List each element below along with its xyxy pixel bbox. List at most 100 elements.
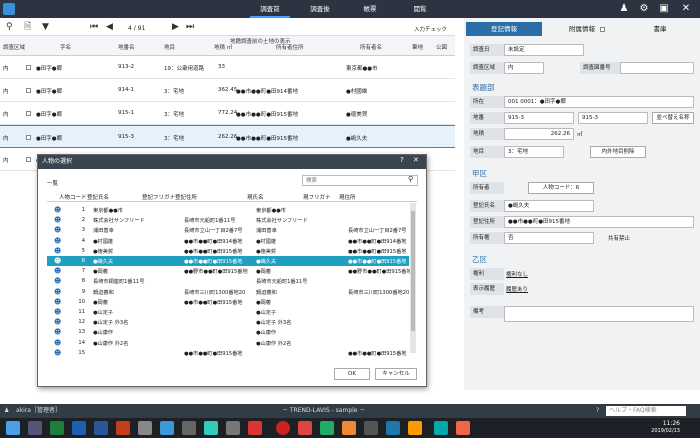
list-item[interactable]: ☻ 3 浦田善幸 長崎市立山一丁目2番7号 浦田善幸 長崎市立山一丁目2番7号 bbox=[47, 225, 409, 235]
app-icon-14[interactable] bbox=[434, 421, 448, 435]
app-icon-11[interactable] bbox=[364, 421, 378, 435]
first-page-icon[interactable]: ⏮ bbox=[90, 21, 98, 33]
taskview-icon[interactable] bbox=[28, 421, 42, 435]
dialog-search-input[interactable] bbox=[302, 175, 418, 186]
app-icon-8[interactable] bbox=[298, 421, 312, 435]
dcol-kana[interactable]: 登記フリガナ bbox=[142, 193, 175, 201]
document-search-icon[interactable]: 🗎 bbox=[24, 21, 31, 33]
chosa-field[interactable]: 未設定 bbox=[504, 44, 584, 56]
col-owner[interactable]: 所有者名 bbox=[360, 43, 382, 51]
list-item[interactable]: ☻ 13 ●山康作 ●山康作 bbox=[47, 327, 409, 337]
tokisha-field[interactable]: ●嶋久夫 bbox=[504, 200, 594, 212]
tokiaddr-field[interactable]: ●●市●●町●田915番地 bbox=[504, 216, 694, 228]
mochibun-select[interactable]: 否 bbox=[504, 232, 594, 244]
dcol-caddr[interactable]: 現住所 bbox=[339, 193, 356, 201]
app-icon-10[interactable] bbox=[342, 421, 356, 435]
list-item[interactable]: ☻ 7 ●岡義 ●●野市●●町●田915番地 ●岡義 ●●野市●●町●田915番地 bbox=[47, 266, 412, 276]
app-icon-6[interactable] bbox=[248, 421, 262, 435]
tab-chosago[interactable]: 調査後 bbox=[300, 3, 340, 15]
table-row[interactable]: 内 ●田字●郷 914-1 3：宅地 362.45 ●●市●●町●田914番地 ●村國雄 bbox=[0, 79, 455, 102]
input-check-button[interactable]: 入力チェック bbox=[414, 25, 447, 33]
shozai-select[interactable]: 001 0001：●田字●郷 bbox=[504, 96, 694, 108]
powerpoint-icon[interactable] bbox=[116, 421, 130, 435]
help-circle-icon[interactable]: ? bbox=[596, 404, 599, 418]
dialog-close-icon[interactable]: ✕ bbox=[413, 156, 419, 164]
tab-toki[interactable]: 登記情報 bbox=[466, 22, 542, 36]
list-item[interactable]: ☻ 11 ●山定子 ●山定子 bbox=[47, 307, 409, 317]
col-kozu[interactable]: 公図 bbox=[436, 43, 447, 51]
list-item[interactable]: ☻ 8 長崎市銅座町1番11号 長崎市元船町1番11号 bbox=[47, 276, 409, 286]
list-item[interactable]: ☻ 5 ●徳美賀 ●●市●●町●田915番地 ●徳美賀 ●●市●●町●田915番地 bbox=[47, 246, 409, 256]
app-icon-15[interactable] bbox=[456, 421, 470, 435]
save-icon[interactable]: ▣ bbox=[658, 3, 670, 15]
prev-page-icon[interactable]: ◀ bbox=[106, 21, 113, 33]
table-row[interactable]: 内 ●田字●郷 913-2 19：公衆用道路 33 東京都●●市 bbox=[0, 56, 455, 79]
biko-field[interactable] bbox=[504, 306, 694, 322]
list-item[interactable]: ☻ 10 ●岡義 ●●市●●町●田915番地 ●岡義 bbox=[47, 297, 409, 307]
col-fude[interactable]: 筆地 bbox=[412, 43, 423, 51]
dcol-name[interactable]: 登記氏名 bbox=[87, 193, 109, 201]
search-icon[interactable]: ⚲ bbox=[6, 21, 13, 33]
chiban-field-2[interactable]: 915-3 bbox=[578, 112, 648, 124]
dcol-addr[interactable]: 登記住所 bbox=[175, 193, 197, 201]
cancel-button[interactable]: キャンセル bbox=[375, 368, 417, 380]
owner-code-button[interactable]: 人物コード：6 bbox=[528, 182, 594, 194]
col-chimoku[interactable]: 地目 bbox=[164, 43, 175, 51]
col-seki[interactable]: 地積 ㎡ bbox=[214, 43, 232, 51]
start-icon[interactable] bbox=[6, 421, 20, 435]
zuchu-field[interactable] bbox=[620, 62, 694, 74]
gear-icon[interactable]: ⚙ bbox=[638, 3, 650, 15]
dcol-code[interactable]: 人物コード bbox=[59, 193, 87, 201]
list-item[interactable]: ☻ 1 東京都●●市 東京都●●市 bbox=[47, 205, 409, 215]
excel-icon[interactable] bbox=[50, 421, 64, 435]
ie-icon[interactable] bbox=[72, 421, 86, 435]
list-item[interactable]: ☻ 6 ●嶋久夫 ●●市●●町●田915番地 ●嶋久夫 ●●市●●町●田915番地 bbox=[47, 256, 409, 266]
last-page-icon[interactable]: ⏭ bbox=[186, 21, 194, 33]
col-chiban[interactable]: 地番名 bbox=[118, 43, 135, 51]
row-checkbox[interactable] bbox=[26, 111, 31, 116]
tab-chohyo[interactable]: 帳票 bbox=[350, 3, 390, 15]
next-page-icon[interactable]: ▶ bbox=[172, 21, 179, 33]
dcol-ckana[interactable]: 現フリガナ bbox=[303, 193, 331, 201]
users-icon[interactable]: ♟ bbox=[618, 3, 630, 15]
app-icon-13[interactable] bbox=[408, 421, 422, 435]
area-select[interactable]: 内 bbox=[504, 62, 544, 74]
kyoyu-checkbox[interactable] bbox=[600, 27, 605, 32]
sort-button[interactable]: 並べ替え名称 bbox=[652, 112, 694, 124]
close-icon[interactable]: ✕ bbox=[680, 3, 692, 15]
app-icon-5[interactable] bbox=[226, 421, 240, 435]
app-icon-2[interactable] bbox=[160, 421, 174, 435]
app-icon-3[interactable] bbox=[182, 421, 196, 435]
col-aza[interactable]: 字名 bbox=[60, 43, 71, 51]
dialog-search-icon[interactable]: ⚲ bbox=[408, 175, 413, 183]
col-area[interactable]: 調査区域 bbox=[3, 43, 25, 51]
chiban-field[interactable]: 915-3 bbox=[504, 112, 574, 124]
dialog-scrollbar[interactable] bbox=[410, 203, 416, 353]
list-item[interactable]: ☻ 12 ●山定子 外3名 ●山定子 外3名 bbox=[47, 317, 409, 327]
list-item[interactable]: ☻ 2 株式会社サンフリード 長崎市元船町1番11号 株式会社サンフリード bbox=[47, 215, 409, 225]
row-checkbox[interactable] bbox=[26, 157, 31, 162]
app-icon-7[interactable] bbox=[276, 421, 290, 435]
kenri-link[interactable]: 権利なし bbox=[506, 270, 528, 278]
word-icon[interactable] bbox=[94, 421, 108, 435]
col-addr[interactable]: 所有者住所 bbox=[276, 43, 304, 51]
list-item[interactable]: ☻ 14 ●山康作 外2名 ●山康作 外2名 bbox=[47, 338, 409, 348]
app-icon-1[interactable] bbox=[138, 421, 152, 435]
list-item[interactable]: ☻ 4 ●村國雄 ●●市●●町●田914番地 ●村國雄 ●●市●●町●田914番地 bbox=[47, 236, 409, 246]
table-row[interactable]: 内 ●田字●郷 915-3 3：宅地 262.26 ●●市●●町●田915番地 ●嶋久夫 bbox=[0, 125, 455, 148]
app-icon-4[interactable] bbox=[204, 421, 218, 435]
row-checkbox[interactable] bbox=[26, 135, 31, 140]
app-icon-9[interactable] bbox=[320, 421, 334, 435]
table-row[interactable]: 内 ●田字●郷 915-1 3：宅地 772.24 ●●市●●町●田915番地 ●徳美賀 bbox=[0, 102, 455, 125]
row-checkbox[interactable] bbox=[26, 88, 31, 93]
tab-etsuran[interactable]: 閲覧 bbox=[400, 3, 440, 15]
tab-chosamae[interactable]: 調査前 bbox=[250, 3, 290, 18]
hyoji-link[interactable]: 履歴あり bbox=[506, 285, 528, 293]
row-checkbox[interactable] bbox=[26, 65, 31, 70]
dcol-cname[interactable]: 現氏名 bbox=[247, 193, 264, 201]
list-item[interactable]: ☻ 15 ●●市●●町●田915番地 ●●市●●町●田915番地 bbox=[47, 348, 409, 358]
seki-field[interactable]: 262.26 bbox=[504, 128, 574, 140]
help-icon[interactable]: ? bbox=[400, 156, 404, 164]
filter-icon[interactable]: ▼ bbox=[42, 21, 49, 33]
ok-button[interactable]: OK bbox=[334, 368, 370, 380]
